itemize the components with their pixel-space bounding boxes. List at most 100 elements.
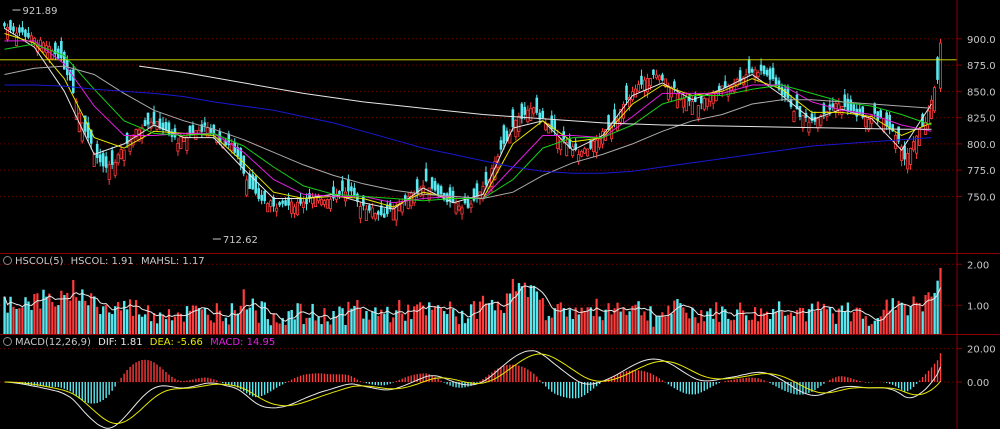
volume-bar [272, 313, 275, 334]
volume-bar [123, 300, 126, 334]
volume-bar [131, 315, 135, 334]
volume-bar [18, 308, 21, 334]
candle [535, 94, 539, 116]
volume-bar [858, 307, 861, 334]
volume-bar [224, 317, 228, 334]
volume-bar [694, 317, 697, 334]
macd-legend-dea: DEA: -5.66 [149, 337, 203, 348]
volume-bar [861, 318, 865, 334]
volume-bar [628, 311, 631, 334]
volume-bar [84, 300, 87, 334]
volume-bar [287, 311, 290, 334]
volume-bar [365, 311, 368, 334]
volume-bar [305, 317, 308, 334]
volume-bar [463, 323, 467, 334]
volume-bar [323, 308, 326, 334]
volume-bar [622, 307, 625, 334]
volume-bar [389, 322, 392, 334]
volume-bar [607, 303, 610, 334]
volume-bar [191, 305, 194, 334]
volume-bar [631, 306, 634, 334]
volume-bar [688, 318, 691, 334]
volume-bar [12, 306, 15, 334]
volume-bar [260, 301, 263, 334]
volume-bar [185, 306, 189, 334]
macd-legend-dif: DIF: 1.81 [98, 337, 143, 348]
volume-bar [371, 311, 374, 334]
volume-bar [356, 299, 359, 334]
volume-bar [745, 315, 748, 334]
volume-bar [236, 313, 240, 334]
volume-bar [442, 311, 446, 334]
volume-bar [311, 303, 314, 334]
volume-bar [24, 297, 27, 334]
volume-bar [915, 302, 918, 334]
volume-bar [493, 310, 497, 334]
volume-bar [798, 307, 802, 334]
volume-bar [206, 314, 209, 334]
candle [936, 56, 939, 84]
volume-bar [332, 310, 335, 334]
volume-bar [460, 310, 464, 334]
volume-bar [703, 321, 706, 334]
volume-bar [72, 279, 75, 334]
volume-bar [819, 310, 823, 334]
volume-bar [679, 303, 682, 334]
volume-bar [592, 315, 595, 334]
candle [80, 122, 84, 144]
macd-tick-label: 0.00 [967, 378, 989, 389]
volume-bar [939, 267, 942, 334]
volume-bar [843, 311, 847, 334]
volume-bar [197, 308, 201, 334]
macd-legend-name: MACD(12,26,9) [15, 337, 91, 348]
volume-bar [487, 303, 491, 334]
volume-bar [661, 312, 664, 334]
volume-bar [215, 303, 218, 334]
candle [266, 202, 270, 213]
stock-chart[interactable]: 900.0 875.0 850.0 825.0 800.0 775.0 750.0 2.00 1… [0, 0, 1000, 429]
volume-bar [780, 311, 784, 334]
high-price-label: 921.89 [22, 6, 57, 17]
volume-bar [158, 312, 162, 334]
volume-bar [227, 324, 230, 334]
volume-bar [126, 309, 129, 334]
volume-bar [102, 306, 105, 334]
volume-bar [637, 301, 640, 334]
volume-bar [658, 315, 661, 334]
low-price-label: 712.62 [223, 235, 258, 246]
volume-bar [739, 302, 742, 334]
volume-bar [359, 308, 362, 334]
volume-bar [437, 305, 440, 334]
volume-bar [918, 302, 921, 334]
volume-bar [697, 323, 700, 334]
volume-bar [502, 312, 506, 334]
volume-bar [825, 309, 828, 334]
volume-bar [299, 303, 302, 334]
price-tick-label: 875.0 [967, 61, 996, 72]
volume-bar [140, 316, 144, 334]
volume-bar [15, 308, 18, 334]
volume-bar [643, 311, 646, 334]
candle [586, 148, 590, 157]
volume-bar [562, 308, 566, 334]
macd-legend-macd: MACD: 14.95 [210, 337, 276, 348]
volume-bar [254, 310, 257, 334]
volume-bar [454, 316, 458, 334]
volume-bar [903, 304, 906, 334]
volume-bar [108, 312, 111, 334]
volume-bar [496, 301, 500, 334]
volume-bar [182, 321, 186, 334]
volume-bar [320, 324, 323, 334]
indicator-toggle-icon[interactable] [3, 336, 12, 346]
volume-bar [676, 299, 679, 334]
volume-bar [472, 301, 476, 334]
volume-bar [398, 299, 401, 334]
volume-bar [655, 315, 658, 334]
volume-bar [882, 309, 885, 334]
volume-bar [616, 302, 619, 334]
indicator-toggle-icon[interactable] [3, 255, 12, 265]
volume-bar [425, 315, 428, 334]
volume-legend-hscol: HSCOL: 1.91 [70, 256, 134, 267]
volume-bar [849, 321, 852, 334]
volume-bar [912, 296, 915, 334]
